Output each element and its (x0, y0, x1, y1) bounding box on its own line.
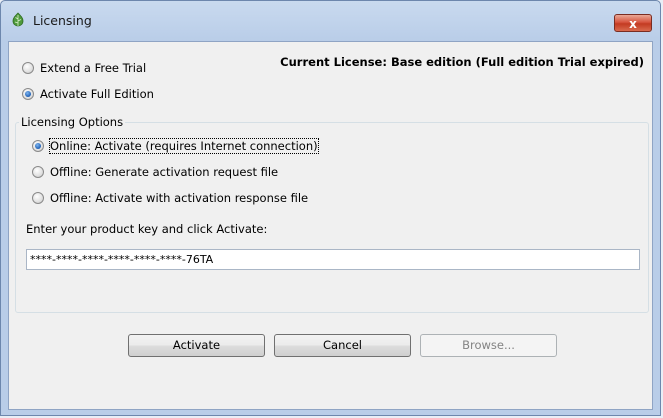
radio-label: Offline: Generate activation request fil… (50, 165, 279, 179)
radio-label: Online: Activate (requires Internet conn… (49, 138, 319, 154)
radio-activate-full-edition[interactable]: Activate Full Edition (22, 86, 154, 102)
radio-extend-free-trial[interactable]: Extend a Free Trial (22, 60, 146, 76)
app-icon (10, 12, 26, 28)
product-key-input[interactable]: ****-****-****-****-****-****-76TA (26, 249, 640, 270)
radio-button[interactable] (32, 166, 44, 178)
cancel-button[interactable]: Cancel (274, 334, 411, 357)
radio-button[interactable] (22, 62, 34, 74)
radio-offline-activate-response[interactable]: Offline: Activate with activation respon… (32, 190, 308, 206)
radio-online-activate[interactable]: Online: Activate (requires Internet conn… (32, 138, 319, 154)
radio-label: Extend a Free Trial (40, 61, 147, 75)
title-bar[interactable]: Licensing x (1, 1, 660, 41)
radio-label: Activate Full Edition (40, 87, 154, 101)
dialog-body: Current License: Base edition (Full edit… (8, 41, 653, 410)
licensing-window: Licensing x Current License: Base editio… (0, 0, 661, 416)
window-title: Licensing (33, 13, 92, 28)
radio-offline-generate-request[interactable]: Offline: Generate activation request fil… (32, 164, 278, 180)
close-button[interactable]: x (614, 14, 652, 32)
radio-button[interactable] (32, 140, 44, 152)
activate-button[interactable]: Activate (128, 334, 265, 357)
radio-button[interactable] (32, 192, 44, 204)
current-license-label: Current License: Base edition (Full edit… (280, 55, 644, 69)
radio-button[interactable] (22, 88, 34, 100)
close-icon: x (629, 17, 637, 31)
licensing-options-title: Licensing Options (19, 115, 126, 129)
browse-button[interactable]: Browse... (420, 334, 557, 357)
radio-label: Offline: Activate with activation respon… (50, 191, 309, 205)
product-key-prompt: Enter your product key and click Activat… (26, 222, 268, 236)
